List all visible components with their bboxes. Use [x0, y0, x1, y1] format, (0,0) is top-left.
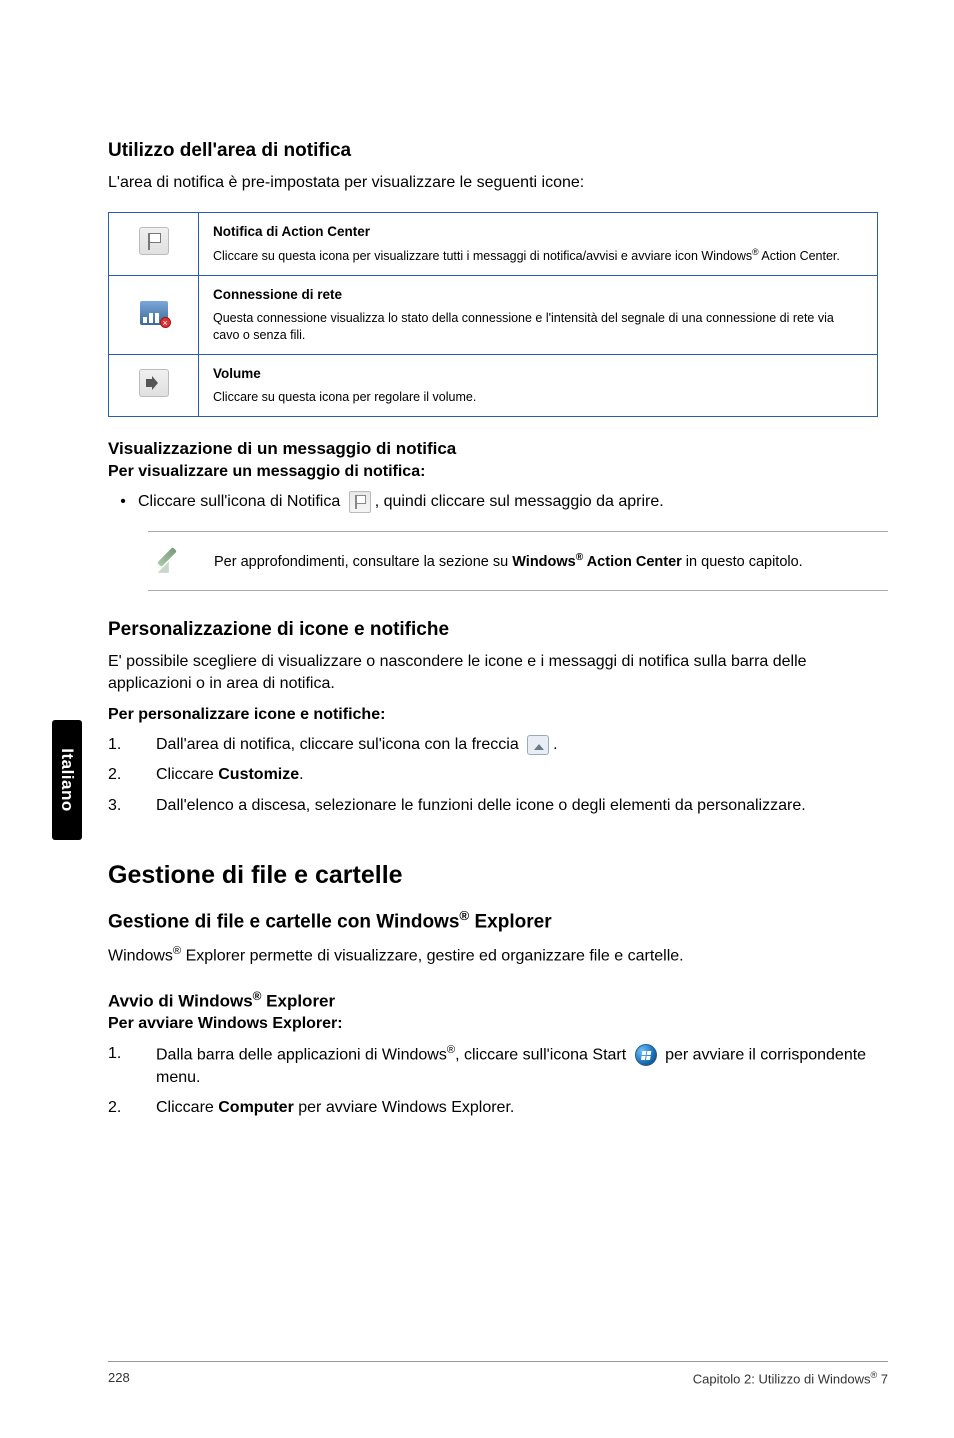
start-explorer-step-title: Per avviare Windows Explorer: — [108, 1015, 888, 1033]
tray-arrow-icon — [527, 735, 549, 755]
list-item: 1. Dalla barra delle applicazioni di Win… — [108, 1043, 888, 1089]
cell-text: Cliccare su questa icona per regolare il… — [213, 389, 863, 406]
view-notification-step-title: Per visualizzare un messaggio di notific… — [108, 463, 888, 481]
view-notification-bullet: • Cliccare sull'icona di Notifica , quin… — [108, 491, 888, 513]
customize-icons-step-title: Per personalizzare icone e notifiche: — [108, 706, 888, 724]
network-icon-cell — [109, 275, 199, 354]
start-explorer-title: Avvio di Windows® Explorer — [108, 989, 888, 1012]
list-item: 1. Dall'area di notifica, cliccare sul'i… — [108, 734, 888, 756]
notification-icons-table: Notifica di Action Center Cliccare su qu… — [108, 212, 878, 417]
bullet-text: Cliccare sull'icona di Notifica , quindi… — [138, 491, 664, 513]
start-explorer-steps-list: 1. Dalla barra delle applicazioni di Win… — [108, 1043, 888, 1120]
cell-text: Questa connessione visualizza lo stato d… — [213, 310, 863, 344]
note-box: Per approfondimenti, consultare la sezio… — [148, 531, 888, 591]
step-number: 2. — [108, 1097, 156, 1119]
step-number: 1. — [108, 1043, 156, 1065]
section-notification-area-intro: L'area di notifica è pre-impostata per v… — [108, 172, 888, 194]
volume-tray-icon — [139, 369, 169, 397]
step-text: Dall'elenco a discesa, selezionare le fu… — [156, 795, 888, 817]
windows-start-orb-icon — [635, 1044, 657, 1066]
action-center-icon-cell — [109, 212, 199, 275]
note-text: Per approfondimenti, consultare la sezio… — [194, 552, 803, 570]
language-label: Italiano — [57, 748, 77, 812]
step-number: 3. — [108, 795, 156, 817]
table-row: Connessione di rete Questa connessione v… — [109, 275, 878, 354]
step-text: Cliccare Customize. — [156, 764, 888, 786]
step-number: 2. — [108, 764, 156, 786]
table-row: Notifica di Action Center Cliccare su qu… — [109, 212, 878, 275]
action-center-text-cell: Notifica di Action Center Cliccare su qu… — [199, 212, 878, 275]
customize-icons-title: Personalizzazione di icone e notifiche — [108, 619, 888, 641]
cell-title: Connessione di rete — [213, 286, 863, 304]
step-text: Dalla barra delle applicazioni di Window… — [156, 1043, 888, 1089]
file-management-title: Gestione di file e cartelle — [108, 861, 888, 890]
notification-flag-icon — [349, 491, 371, 513]
page-number: 228 — [108, 1370, 130, 1386]
table-row: Volume Cliccare su questa icona per rego… — [109, 354, 878, 416]
customize-steps-list: 1. Dall'area di notifica, cliccare sul'i… — [108, 734, 888, 817]
chapter-label: Capitolo 2: Utilizzo di Windows® 7 — [693, 1370, 888, 1386]
list-item: 2. Cliccare Customize. — [108, 764, 888, 786]
cell-title: Volume — [213, 365, 863, 383]
page-footer: 228 Capitolo 2: Utilizzo di Windows® 7 — [108, 1361, 888, 1386]
view-notification-title: Visualizzazione di un messaggio di notif… — [108, 439, 888, 459]
cell-text: Cliccare su questa icona per visualizzar… — [213, 247, 863, 265]
network-text-cell: Connessione di rete Questa connessione v… — [199, 275, 878, 354]
bullet-dot: • — [108, 493, 138, 511]
action-center-tray-icon — [139, 227, 169, 255]
language-side-tab: Italiano — [52, 720, 82, 840]
step-text: Cliccare Computer per avviare Windows Ex… — [156, 1097, 888, 1119]
volume-text-cell: Volume Cliccare su questa icona per rego… — [199, 354, 878, 416]
volume-icon-cell — [109, 354, 199, 416]
network-tray-icon — [140, 301, 168, 325]
section-notification-area-title: Utilizzo dell'area di notifica — [108, 140, 888, 162]
step-number: 1. — [108, 734, 156, 756]
customize-icons-intro: E' possibile scegliere di visualizzare o… — [108, 651, 888, 694]
file-management-explorer-intro: Windows® Explorer permette di visualizza… — [108, 944, 888, 967]
list-item: 2. Cliccare Computer per avviare Windows… — [108, 1097, 888, 1119]
note-pencil-icon — [148, 546, 194, 576]
list-item: 3. Dall'elenco a discesa, selezionare le… — [108, 795, 888, 817]
step-text: Dall'area di notifica, cliccare sul'icon… — [156, 734, 888, 756]
file-management-explorer-title: Gestione di file e cartelle con Windows®… — [108, 908, 888, 933]
cell-title: Notifica di Action Center — [213, 223, 863, 241]
